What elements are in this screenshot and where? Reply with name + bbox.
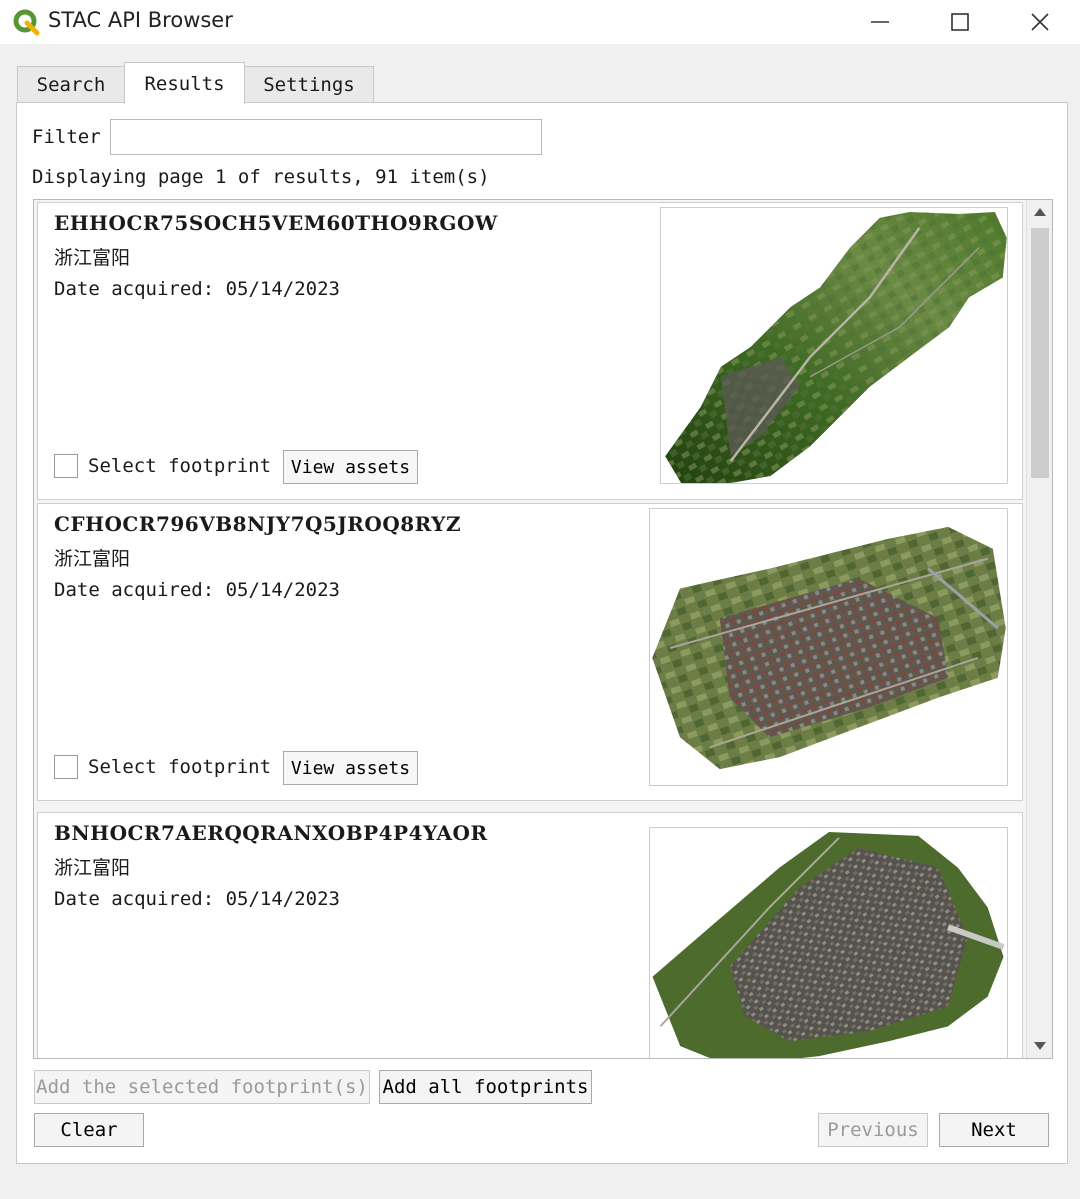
item-date: Date acquired: 05/14/2023: [54, 579, 340, 601]
result-card: EHHOCR75SOCH5VEM60THO9RGOW 浙江富阳 Date acq…: [37, 202, 1023, 500]
item-id: BNHOCR7AERQQRANXOBP4P4YAOR: [54, 821, 488, 845]
results-status: Displaying page 1 of results, 91 item(s): [32, 166, 490, 188]
select-footprint-checkbox[interactable]: Select footprint: [54, 454, 271, 478]
item-date: Date acquired: 05/14/2023: [54, 888, 340, 910]
maximize-button[interactable]: [920, 0, 1000, 44]
minimize-icon: [871, 21, 889, 23]
item-date: Date acquired: 05/14/2023: [54, 278, 340, 300]
select-footprint-label: Select footprint: [88, 756, 272, 778]
qgis-logo-icon: [13, 9, 40, 36]
item-thumbnail: [649, 508, 1008, 786]
select-footprint-checkbox[interactable]: Select footprint: [54, 755, 271, 779]
scroll-down-arrow-icon: [1034, 1042, 1046, 1050]
checkbox-box[interactable]: [54, 755, 78, 779]
filter-label: Filter: [32, 126, 101, 148]
add-selected-footprints-button[interactable]: Add the selected footprint(s): [34, 1070, 370, 1104]
maximize-icon: [951, 13, 969, 31]
item-location: 浙江富阳: [54, 247, 131, 269]
title-bar: STAC API Browser: [0, 0, 1080, 44]
results-list: EHHOCR75SOCH5VEM60THO9RGOW 浙江富阳 Date acq…: [33, 199, 1053, 1059]
filter-input[interactable]: [110, 119, 542, 155]
item-id: CFHOCR796VB8NJY7Q5JROQ8RYZ: [54, 512, 462, 536]
scroll-thumb[interactable]: [1031, 228, 1049, 478]
item-thumbnail: [649, 827, 1008, 1058]
tab-results[interactable]: Results: [124, 62, 245, 104]
minimize-button[interactable]: [840, 0, 920, 44]
close-icon: [1031, 13, 1049, 31]
result-card: BNHOCR7AERQQRANXOBP4P4YAOR 浙江富阳 Date acq…: [37, 812, 1023, 1058]
item-location: 浙江富阳: [54, 548, 131, 570]
aerial-image-thumbnail: [652, 526, 1006, 770]
item-thumbnail: [660, 207, 1008, 484]
item-location: 浙江富阳: [54, 857, 131, 879]
aerial-image-thumbnail: [665, 211, 1007, 483]
tab-search[interactable]: Search: [17, 66, 125, 104]
next-button[interactable]: Next: [939, 1113, 1049, 1147]
window-title: STAC API Browser: [48, 8, 233, 32]
clear-button[interactable]: Clear: [34, 1113, 144, 1147]
close-button[interactable]: [1000, 0, 1080, 44]
checkbox-box[interactable]: [54, 454, 78, 478]
result-card: CFHOCR796VB8NJY7Q5JROQ8RYZ 浙江富阳 Date acq…: [37, 503, 1023, 801]
aerial-image-thumbnail: [652, 831, 1005, 1058]
previous-button[interactable]: Previous: [818, 1113, 928, 1147]
view-assets-button[interactable]: View assets: [283, 450, 418, 484]
add-all-footprints-button[interactable]: Add all footprints: [379, 1070, 592, 1104]
tab-settings[interactable]: Settings: [244, 66, 374, 104]
scroll-down-button[interactable]: [1027, 1034, 1052, 1058]
select-footprint-label: Select footprint: [88, 455, 272, 477]
view-assets-button[interactable]: View assets: [283, 751, 418, 785]
results-scrollbar[interactable]: [1026, 200, 1052, 1058]
scroll-up-arrow-icon: [1034, 208, 1046, 216]
scroll-up-button[interactable]: [1027, 200, 1052, 224]
item-id: EHHOCR75SOCH5VEM60THO9RGOW: [54, 211, 498, 235]
